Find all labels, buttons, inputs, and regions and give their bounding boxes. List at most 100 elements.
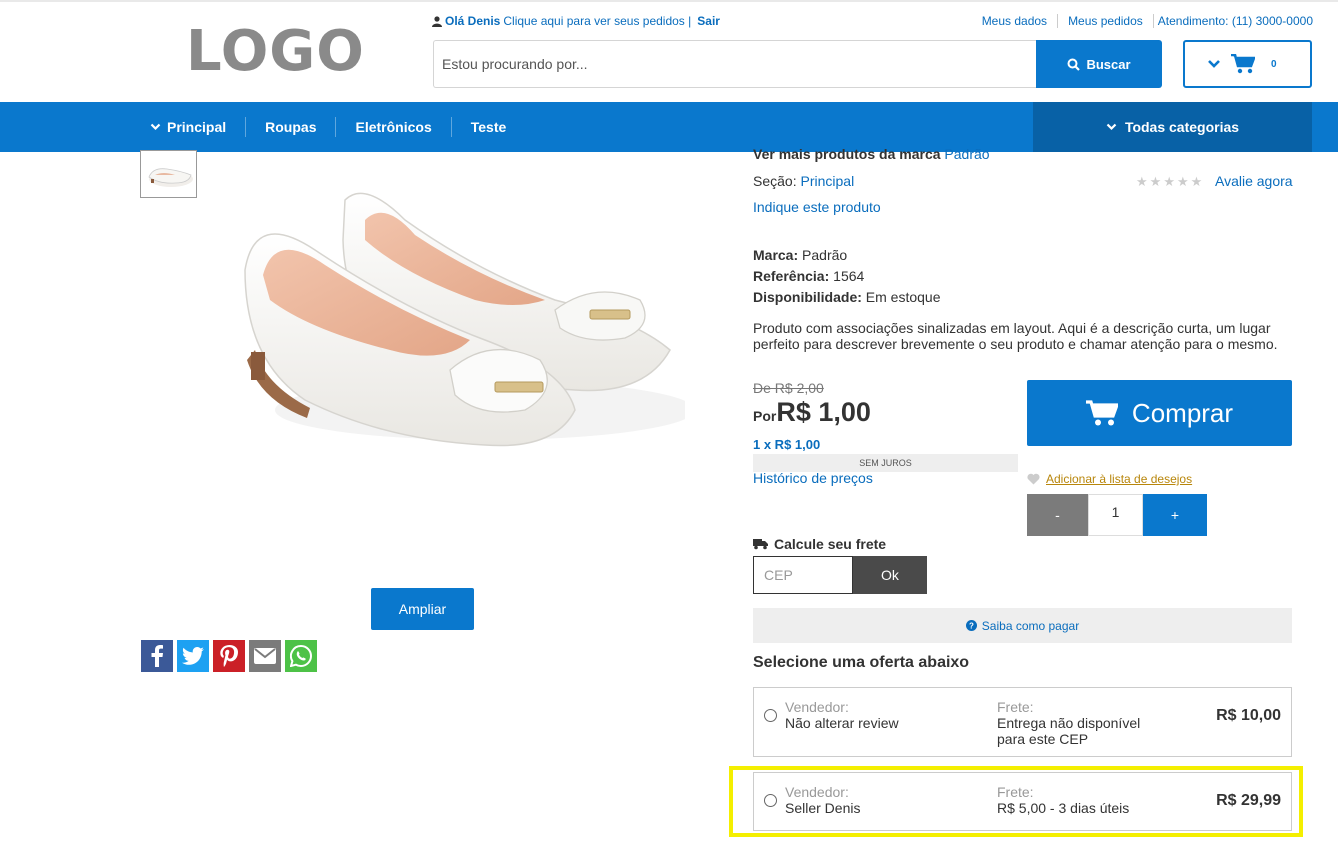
site-logo[interactable]: LOGO — [186, 22, 365, 82]
shoe-thumbnail-image — [148, 168, 193, 187]
brand-value: Padrão — [802, 247, 848, 263]
logout-link[interactable]: Sair — [697, 14, 720, 28]
search-button-label: Buscar — [1086, 56, 1131, 72]
cart-button[interactable]: 0 — [1183, 40, 1312, 88]
truck-icon — [753, 539, 768, 550]
offer-price: R$ 29,99 — [1216, 792, 1281, 809]
rate-now-link[interactable]: Avalie agora — [1215, 173, 1293, 189]
email-share-button[interactable] — [249, 640, 281, 672]
recommend-product-link[interactable]: Indique este produto — [753, 199, 881, 215]
nav-item-teste[interactable]: Teste — [450, 117, 526, 137]
brand-label: Marca: — [753, 247, 799, 263]
all-categories-label: Todas categorias — [1124, 119, 1240, 135]
star-icon: ★ — [1136, 174, 1148, 189]
offer-option[interactable]: Vendedor: Não alterar review Frete: Entr… — [753, 687, 1292, 757]
email-icon — [254, 648, 276, 664]
quantity-decrease-button[interactable]: - — [1027, 494, 1088, 536]
help-icon: ? — [965, 620, 977, 631]
facebook-icon — [151, 645, 163, 667]
shipping-label: Frete: — [997, 784, 1034, 800]
section-label: Seção: — [753, 173, 797, 189]
my-data-link[interactable]: Meus dados — [972, 14, 1057, 28]
how-to-pay-label: Saiba como pagar — [981, 618, 1080, 633]
section-line: Seção: Principal — [753, 173, 854, 189]
twitter-share-button[interactable] — [177, 640, 209, 672]
shipping-calc-label: Calcule seu frete — [774, 536, 887, 552]
svg-text:?: ? — [969, 622, 974, 631]
my-orders-link[interactable]: Meus pedidos — [1057, 14, 1153, 28]
cart-icon — [1231, 54, 1255, 74]
shipping-line: R$ 5,00 - 3 dias úteis — [997, 800, 1130, 816]
wishlist-label: Adicionar à lista de desejos — [1046, 472, 1193, 486]
offer-radio[interactable] — [764, 794, 777, 807]
nav-label: Principal — [167, 119, 227, 135]
quantity-stepper: - + — [1027, 494, 1207, 536]
shoe-image — [244, 192, 695, 447]
how-to-pay-link[interactable]: ? Saiba como pagar — [753, 608, 1292, 643]
account-links: Meus dados Meus pedidos Atendimento: (11… — [972, 14, 1313, 28]
offer-option[interactable]: Vendedor: Seller Denis Frete: R$ 5,00 - … — [753, 772, 1292, 831]
cep-input[interactable] — [753, 556, 853, 594]
support-phone-link[interactable]: Atendimento: (11) 3000-0000 — [1152, 14, 1313, 28]
price-value: R$ 1,00 — [776, 397, 871, 427]
shipping-calc-title: Calcule seu frete — [753, 536, 886, 552]
nav-item-roupas[interactable]: Roupas — [245, 117, 335, 137]
brand-line-label: Ver mais produtos da marca — [753, 146, 941, 162]
product-short-description: Produto com associações sinalizadas em l… — [753, 320, 1278, 352]
chevron-down-icon — [150, 123, 161, 131]
current-price: Por R$ 1,00 — [753, 397, 871, 428]
offer-price: R$ 10,00 — [1216, 707, 1281, 724]
star-icon: ★ — [1176, 174, 1189, 189]
seller-label: Vendedor: — [785, 784, 849, 800]
shipping-line: Entrega não disponível — [997, 715, 1141, 731]
installments: 1 x R$ 1,00 — [753, 437, 821, 452]
facebook-share-button[interactable] — [141, 640, 173, 672]
product-thumbnail[interactable] — [140, 150, 197, 198]
rating-stars[interactable]: ★ ★ ★ ★ ★ — [1136, 174, 1202, 190]
price-history-link[interactable]: Histórico de preços — [753, 470, 873, 486]
nav-item-principal[interactable]: Principal — [150, 117, 245, 137]
heart-icon — [1027, 473, 1040, 485]
cart-icon — [1085, 400, 1118, 426]
chevron-down-icon — [1106, 123, 1117, 131]
wishlist-link[interactable]: Adicionar à lista de desejos — [1027, 472, 1192, 486]
brand-line: Ver mais produtos da marca Padrão — [753, 146, 990, 162]
shipping-line: para este CEP — [997, 731, 1089, 747]
quantity-increase-button[interactable]: + — [1143, 494, 1207, 536]
shipping-value: R$ 5,00 - 3 dias úteis — [997, 800, 1167, 816]
seller-name: Seller Denis — [785, 800, 861, 816]
seller-label: Vendedor: — [785, 699, 849, 715]
calculate-shipping-button[interactable]: Ok — [853, 556, 927, 594]
user-icon — [432, 15, 442, 27]
brand-field: Marca: Padrão — [753, 247, 847, 263]
section-link[interactable]: Principal — [800, 173, 854, 189]
brand-line-link[interactable]: Padrão — [944, 146, 989, 162]
whatsapp-share-button[interactable] — [285, 640, 317, 672]
quantity-input[interactable] — [1088, 494, 1143, 536]
share-buttons — [141, 640, 317, 672]
orders-link[interactable]: Clique aqui para ver seus pedidos | — [503, 14, 691, 28]
star-icon: ★ — [1190, 174, 1203, 189]
star-icon: ★ — [1163, 174, 1175, 189]
nav-item-eletronicos[interactable]: Eletrônicos — [335, 117, 450, 137]
zoom-button[interactable]: Ampliar — [371, 588, 474, 630]
cart-count: 0 — [1271, 58, 1277, 70]
shipping-value: Entrega não disponível para este CEP — [997, 715, 1167, 747]
availability-label: Disponibilidade: — [753, 289, 862, 305]
availability-field: Disponibilidade: Em estoque — [753, 289, 941, 305]
all-categories-button[interactable]: Todas categorias — [1033, 102, 1312, 152]
availability-value: Em estoque — [865, 289, 941, 305]
buy-button[interactable]: Comprar — [1027, 380, 1292, 446]
reference-field: Referência: 1564 — [753, 268, 864, 284]
buy-button-label: Comprar — [1131, 397, 1234, 428]
offers-title: Selecione uma oferta abaixo — [753, 654, 970, 671]
user-greeting: Olá Denis Clique aqui para ver seus pedi… — [432, 14, 720, 28]
price-prefix: Por — [753, 408, 777, 424]
search-input[interactable] — [433, 40, 1037, 88]
greeting-name: Olá Denis — [445, 14, 501, 28]
main-nav: Principal Roupas Eletrônicos Teste Todas… — [0, 102, 1338, 152]
pinterest-share-button[interactable] — [213, 640, 245, 672]
offer-radio[interactable] — [764, 709, 777, 722]
search-button[interactable]: Buscar — [1036, 40, 1162, 88]
product-main-image[interactable] — [215, 160, 695, 500]
